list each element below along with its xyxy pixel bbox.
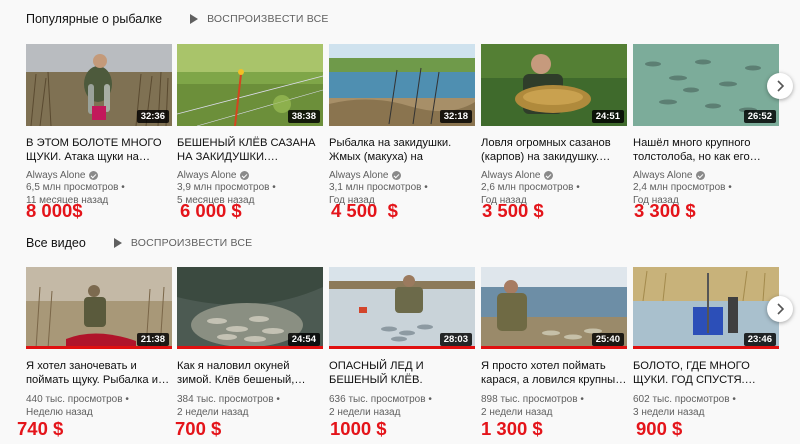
shelf-header-popular: Популярные о рыбалке ВОСПРОИЗВЕСТИ ВСЕ xyxy=(26,8,329,30)
price-overlay: 900 $ xyxy=(636,418,683,439)
duration-badge: 26:52 xyxy=(743,110,776,123)
channel-name[interactable]: Always Alone xyxy=(177,170,323,181)
watched-progress-bar xyxy=(177,346,323,349)
play-icon xyxy=(113,238,122,248)
shelf-header-all-videos: Все видео ВОСПРОИЗВЕСТИ ВСЕ xyxy=(26,232,252,254)
view-count: 2,4 млн просмотров • xyxy=(633,182,732,193)
video-thumbnail[interactable]: 32:36 xyxy=(26,44,172,126)
video-thumbnail[interactable]: 23:46 xyxy=(633,267,779,349)
video-card[interactable]: 32:18 Рыбалка на закидушки. Жмых (макуха… xyxy=(329,44,475,207)
channel-label[interactable]: Always Alone xyxy=(633,170,692,181)
view-count: 440 тыс. просмотров • xyxy=(26,394,129,405)
video-thumbnail[interactable]: 24:51 xyxy=(481,44,627,126)
price-overlay: 6 000 $ xyxy=(180,200,242,221)
watched-progress-bar xyxy=(329,346,475,349)
video-title[interactable]: ОПАСНЫЙ ЛЕД И БЕШЕНЫЙ КЛЁВ. Зимняя… xyxy=(329,359,475,387)
video-title[interactable]: Я просто хотел поймать карася, а ловился… xyxy=(481,359,627,387)
verified-check-icon xyxy=(392,171,402,180)
play-all-label: ВОСПРОИЗВЕСТИ ВСЕ xyxy=(130,237,253,249)
video-card[interactable]: 26:52 Нашёл много крупного толстолоба, н… xyxy=(633,44,779,207)
video-card[interactable]: 24:51 Ловля огромных сазанов (карпов) на… xyxy=(481,44,627,207)
channel-label[interactable]: Always Alone xyxy=(481,170,540,181)
duration-badge: 21:38 xyxy=(136,333,169,346)
view-count: 602 тыс. просмотров • xyxy=(633,394,736,405)
chevron-right-icon xyxy=(777,303,785,315)
video-thumbnail[interactable]: 21:38 xyxy=(26,267,172,349)
view-count: 384 тыс. просмотров • xyxy=(177,394,280,405)
video-card[interactable]: 25:40 Я просто хотел поймать карася, а л… xyxy=(481,267,627,419)
shelf-title: Все видео xyxy=(26,236,86,250)
view-count: 898 тыс. просмотров • xyxy=(481,394,584,405)
price-overlay: 8 000$ xyxy=(26,200,83,221)
video-card[interactable]: 24:54 Как я наловил окуней зимой. Клёв б… xyxy=(177,267,323,419)
video-card[interactable]: 21:38 Я хотел заночевать и поймать щуку.… xyxy=(26,267,172,419)
play-all-label: ВОСПРОИЗВЕСТИ ВСЕ xyxy=(207,13,329,25)
channel-name[interactable]: Always Alone xyxy=(481,170,627,181)
video-card[interactable]: 32:36 В ЭТОМ БОЛОТЕ МНОГО ЩУКИ. Атака щу… xyxy=(26,44,172,207)
view-count: 3,1 млн просмотров • xyxy=(329,182,428,193)
verified-check-icon xyxy=(696,171,706,180)
channel-label[interactable]: Always Alone xyxy=(26,170,85,181)
duration-badge: 25:40 xyxy=(591,333,624,346)
duration-badge: 38:38 xyxy=(287,110,320,123)
video-title[interactable]: В ЭТОМ БОЛОТЕ МНОГО ЩУКИ. Атака щуки на… xyxy=(26,136,172,164)
watched-progress-bar xyxy=(633,346,779,349)
channel-name[interactable]: Always Alone xyxy=(329,170,475,181)
video-card[interactable]: 38:38 БЕШЕНЫЙ КЛЁВ САЗАНА НА ЗАКИДУШКИ.…… xyxy=(177,44,323,207)
video-title[interactable]: Ловля огромных сазанов (карпов) на закид… xyxy=(481,136,627,164)
price-overlay: 700 $ xyxy=(175,418,222,439)
channel-label[interactable]: Always Alone xyxy=(329,170,388,181)
verified-check-icon xyxy=(544,171,554,180)
video-thumbnail[interactable]: 26:52 xyxy=(633,44,779,126)
play-all-button[interactable]: ВОСПРОИЗВЕСТИ ВСЕ xyxy=(190,13,329,25)
video-title[interactable]: БЕШЕНЫЙ КЛЁВ САЗАНА НА ЗАКИДУШКИ.… xyxy=(177,136,323,164)
view-count: 636 тыс. просмотров • xyxy=(329,394,432,405)
verified-check-icon xyxy=(240,171,250,180)
play-icon xyxy=(190,14,199,24)
channel-label[interactable]: Always Alone xyxy=(177,170,236,181)
video-title[interactable]: Нашёл много крупного толстолоба, но как … xyxy=(633,136,779,164)
video-thumbnail[interactable]: 25:40 xyxy=(481,267,627,349)
price-overlay: 740 $ xyxy=(17,418,64,439)
shelf-title: Популярные о рыбалке xyxy=(26,12,163,26)
shelf-next-button[interactable] xyxy=(767,73,793,99)
channel-name[interactable]: Always Alone xyxy=(633,170,779,181)
channel-name[interactable]: Always Alone xyxy=(26,170,172,181)
chevron-right-icon xyxy=(777,80,785,92)
play-all-button[interactable]: ВОСПРОИЗВЕСТИ ВСЕ xyxy=(113,237,253,249)
video-card[interactable]: 23:46 БОЛОТО, ГДЕ МНОГО ЩУКИ. ГОД СПУСТЯ… xyxy=(633,267,779,419)
video-thumbnail[interactable]: 32:18 xyxy=(329,44,475,126)
duration-badge: 24:51 xyxy=(591,110,624,123)
watched-progress-bar xyxy=(26,346,172,349)
duration-badge: 32:18 xyxy=(439,110,472,123)
video-title[interactable]: Как я наловил окуней зимой. Клёв бешеный… xyxy=(177,359,323,387)
price-overlay: 1 300 $ xyxy=(481,418,543,439)
price-overlay: 3 300 $ xyxy=(634,200,696,221)
video-thumbnail[interactable]: 38:38 xyxy=(177,44,323,126)
duration-badge: 32:36 xyxy=(136,110,169,123)
price-overlay: 3 500 $ xyxy=(482,200,544,221)
price-overlay: 1000 $ xyxy=(330,418,387,439)
video-thumbnail[interactable]: 24:54 xyxy=(177,267,323,349)
video-title[interactable]: Я хотел заночевать и поймать щуку. Рыбал… xyxy=(26,359,172,387)
verified-check-icon xyxy=(89,171,99,180)
view-count: 3,9 млн просмотров • xyxy=(177,182,276,193)
watched-progress-bar xyxy=(481,346,627,349)
view-count: 6,5 млн просмотров • xyxy=(26,182,125,193)
video-card[interactable]: 28:03 ОПАСНЫЙ ЛЕД И БЕШЕНЫЙ КЛЁВ. Зимняя… xyxy=(329,267,475,419)
price-overlay: 4 500 $ xyxy=(331,200,398,221)
view-count: 2,6 млн просмотров • xyxy=(481,182,580,193)
duration-badge: 23:46 xyxy=(743,333,776,346)
duration-badge: 28:03 xyxy=(439,333,472,346)
video-title[interactable]: Рыбалка на закидушки. Жмых (макуха) на с… xyxy=(329,136,475,164)
video-title[interactable]: БОЛОТО, ГДЕ МНОГО ЩУКИ. ГОД СПУСТЯ.… xyxy=(633,359,779,387)
video-thumbnail[interactable]: 28:03 xyxy=(329,267,475,349)
duration-badge: 24:54 xyxy=(287,333,320,346)
shelf-next-button[interactable] xyxy=(767,296,793,322)
